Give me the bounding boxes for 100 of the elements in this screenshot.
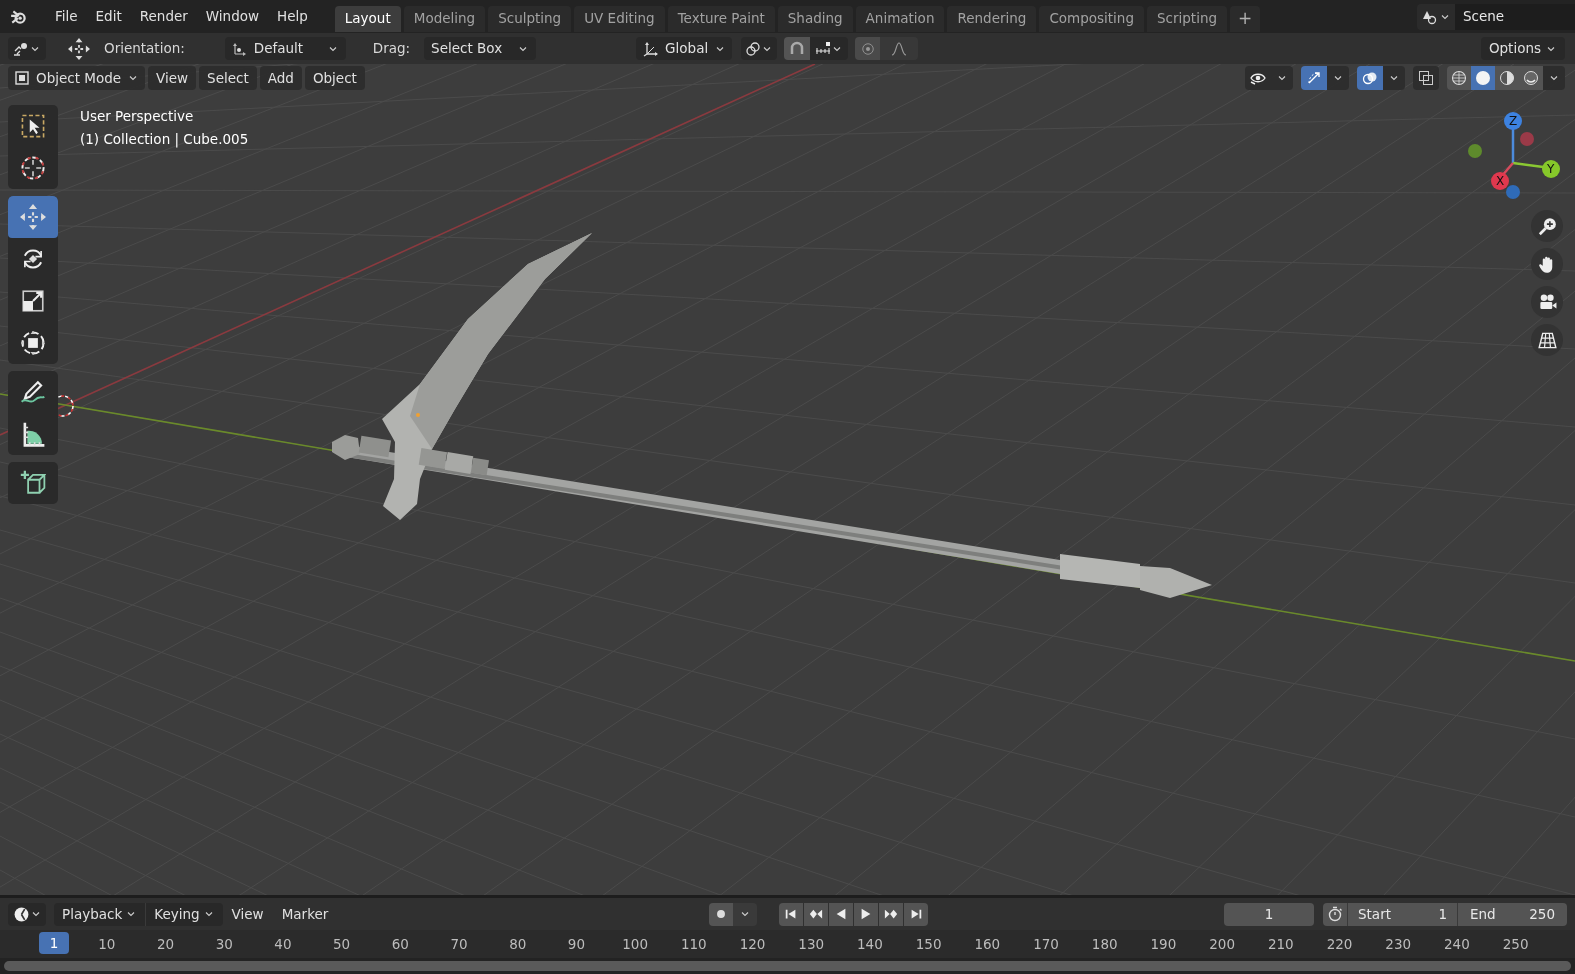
axis-gizmo-drawing[interactable]	[1468, 112, 1560, 199]
snap-target-button[interactable]	[810, 37, 849, 60]
header-menu[interactable]: View	[148, 66, 197, 90]
editor-type-button[interactable]	[8, 902, 46, 926]
keyframe-back-icon	[809, 907, 824, 921]
frame-number: 150	[915, 935, 942, 954]
add-workspace-button[interactable]: +	[1230, 5, 1261, 32]
jump-end-button[interactable]	[904, 902, 929, 926]
zoom-icon	[1537, 216, 1557, 236]
timeline-menu[interactable]: View	[222, 902, 273, 926]
workspace-tab[interactable]: Scripting	[1147, 5, 1228, 32]
dropdown-button[interactable]	[1271, 66, 1293, 90]
frame-number: 60	[391, 935, 409, 954]
scene-field[interactable]: Scene	[1455, 3, 1575, 30]
cube-icon	[20, 470, 46, 496]
jump-start-button[interactable]	[779, 902, 804, 926]
workspace-tab[interactable]: Modeling	[403, 5, 486, 32]
falloff-button[interactable]	[880, 37, 919, 60]
dropdown-button[interactable]	[1543, 66, 1565, 90]
workspace-tab[interactable]: UV Editing	[574, 5, 665, 32]
zoom-button[interactable]	[1531, 210, 1563, 242]
gizmo-icon	[1306, 70, 1322, 86]
shading-button[interactable]	[1447, 66, 1471, 90]
scene-browse-button[interactable]	[1417, 3, 1455, 30]
frame-number: 100	[622, 935, 648, 954]
timeline-menu[interactable]: Keying	[146, 902, 223, 926]
shading-button[interactable]	[1471, 66, 1495, 90]
workspace-tab[interactable]: Texture Paint	[667, 5, 775, 32]
move-icon	[68, 37, 90, 60]
frame-number: 80	[509, 935, 527, 954]
keyframe-forward-icon	[884, 907, 899, 921]
move-tool-button[interactable]	[8, 196, 58, 238]
play-reverse-button[interactable]	[829, 902, 854, 926]
xray-toggle[interactable]	[1413, 66, 1439, 90]
camera-icon	[1537, 292, 1557, 312]
shading-button[interactable]	[1519, 66, 1543, 90]
mode-dropdown[interactable]: Object Mode	[8, 66, 146, 90]
menu-item[interactable]: Help	[268, 6, 317, 27]
orientation-dropdown[interactable]: Default	[224, 37, 346, 60]
material-sphere-icon	[1499, 70, 1515, 86]
frame-number: 240	[1444, 935, 1470, 954]
header-menu[interactable]: Object	[304, 66, 365, 90]
frame-number: 30	[215, 935, 233, 954]
workspace-tab[interactable]: Rendering	[947, 5, 1037, 32]
auto-keying-toggle[interactable]	[709, 902, 734, 926]
playhead[interactable]: 1	[39, 932, 69, 954]
timeline-menu[interactable]: Playback	[54, 902, 147, 926]
camera-view-button[interactable]	[1531, 286, 1563, 318]
frame-number: 220	[1326, 935, 1353, 954]
scrollbar[interactable]	[4, 961, 1571, 971]
play-button[interactable]	[854, 902, 879, 926]
frame-number: 40	[274, 935, 292, 954]
dropdown-button[interactable]	[1383, 66, 1405, 90]
preview-range-toggle[interactable]	[1323, 902, 1347, 926]
scale-icon	[20, 288, 46, 314]
tool-settings-button[interactable]	[8, 37, 46, 60]
start-frame-field[interactable]: Start 1	[1347, 902, 1457, 926]
end-frame-field[interactable]: End 250	[1457, 902, 1567, 926]
options-dropdown[interactable]: Options	[1480, 37, 1565, 60]
menu-item[interactable]: Edit	[86, 6, 131, 27]
pivot-point-button[interactable]	[741, 37, 778, 60]
frame-number: 20	[156, 935, 175, 954]
falloff-curve-icon	[891, 40, 908, 57]
menu-item[interactable]: Render	[130, 6, 197, 27]
menu-item[interactable]: Window	[196, 6, 269, 27]
header-menu[interactable]: Select	[199, 66, 257, 90]
next-keyframe-button[interactable]	[879, 902, 904, 926]
shading-button[interactable]	[1495, 66, 1519, 90]
snap-toggle[interactable]	[784, 37, 811, 60]
dropdown-button[interactable]	[1327, 66, 1349, 90]
workspace-tab[interactable]: Compositing	[1039, 5, 1144, 32]
frame-number: 250	[1502, 935, 1529, 954]
visibility-toggle[interactable]	[1245, 66, 1271, 90]
gizmo-toggle[interactable]	[1301, 66, 1327, 90]
transform-orientation-dropdown[interactable]: Global	[636, 37, 733, 60]
clock-icon	[12, 905, 30, 923]
orientation-label: Orientation:	[104, 39, 185, 59]
proportional-icon	[860, 41, 875, 56]
grid-icon	[1537, 330, 1557, 350]
overlay-toggle[interactable]	[1357, 66, 1383, 90]
previous-keyframe-button[interactable]	[804, 902, 829, 926]
workspace-tab[interactable]: Shading	[777, 5, 853, 32]
wireframe-sphere-icon	[1451, 70, 1467, 86]
transform-icon	[20, 330, 46, 356]
pan-button[interactable]	[1531, 248, 1563, 280]
object-mode-icon	[14, 70, 30, 86]
menu-item[interactable]: File	[46, 6, 87, 27]
timeline-menu[interactable]: Marker	[272, 902, 338, 926]
workspace-tab[interactable]: Sculpting	[488, 5, 572, 32]
frame-number: 140	[857, 935, 883, 954]
increment-icon	[815, 40, 832, 57]
workspace-tab[interactable]: Animation	[855, 5, 945, 32]
overlay-icon	[1362, 70, 1378, 86]
drag-dropdown[interactable]: Select Box	[424, 37, 537, 60]
current-frame-field[interactable]: 1	[1224, 902, 1314, 926]
workspace-tab[interactable]: Layout	[334, 5, 401, 32]
header-menu[interactable]: Add	[259, 66, 302, 90]
axes-icon	[643, 40, 660, 57]
proportional-edit-toggle[interactable]	[855, 37, 881, 60]
perspective-toggle[interactable]	[1531, 324, 1563, 356]
